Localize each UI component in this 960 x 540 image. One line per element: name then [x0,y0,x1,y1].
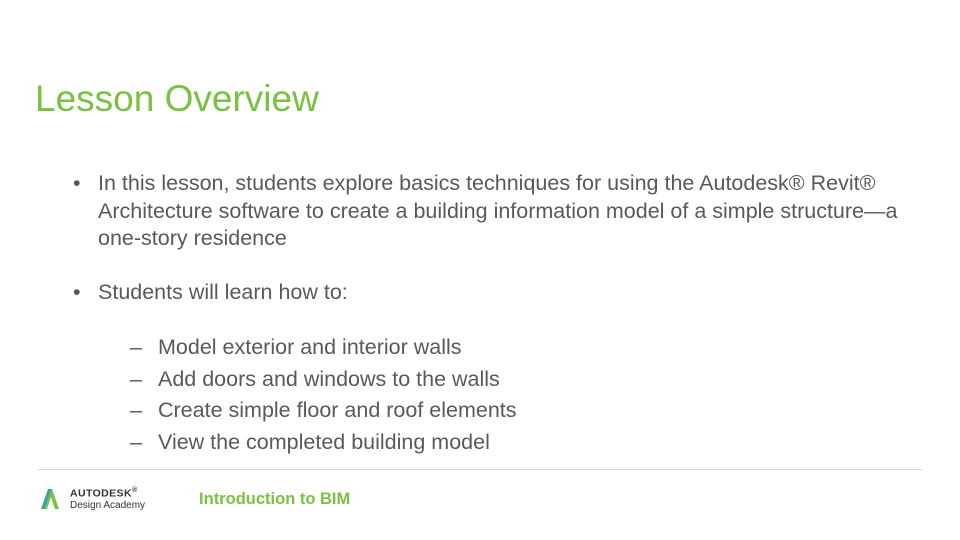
slide: Lesson Overview In this lesson, students… [0,0,960,540]
bullet-text: Students will learn how to: [98,280,348,304]
logo-brand: AUTODESK® [70,487,145,500]
autodesk-logo-icon [38,487,62,511]
bullet-item: Students will learn how to: Model exteri… [68,279,915,458]
footer-title: Introduction to BIM [199,490,350,509]
autodesk-logo: AUTODESK® Design Academy [38,487,145,511]
sub-item: Add doors and windows to the walls [130,364,915,395]
content-area: In this lesson, students explore basics … [68,170,915,483]
logo-sub: Design Academy [70,500,145,511]
slide-title: Lesson Overview [35,78,319,120]
logo-text: AUTODESK® Design Academy [70,487,145,511]
sub-item: Model exterior and interior walls [130,332,915,363]
sub-list: Model exterior and interior walls Add do… [98,332,915,457]
sub-item: Create simple floor and roof elements [130,395,915,426]
footer: AUTODESK® Design Academy Introduction to… [38,480,350,518]
sub-item: View the completed building model [130,427,915,458]
divider [38,469,922,470]
bullet-item: In this lesson, students explore basics … [68,170,915,253]
